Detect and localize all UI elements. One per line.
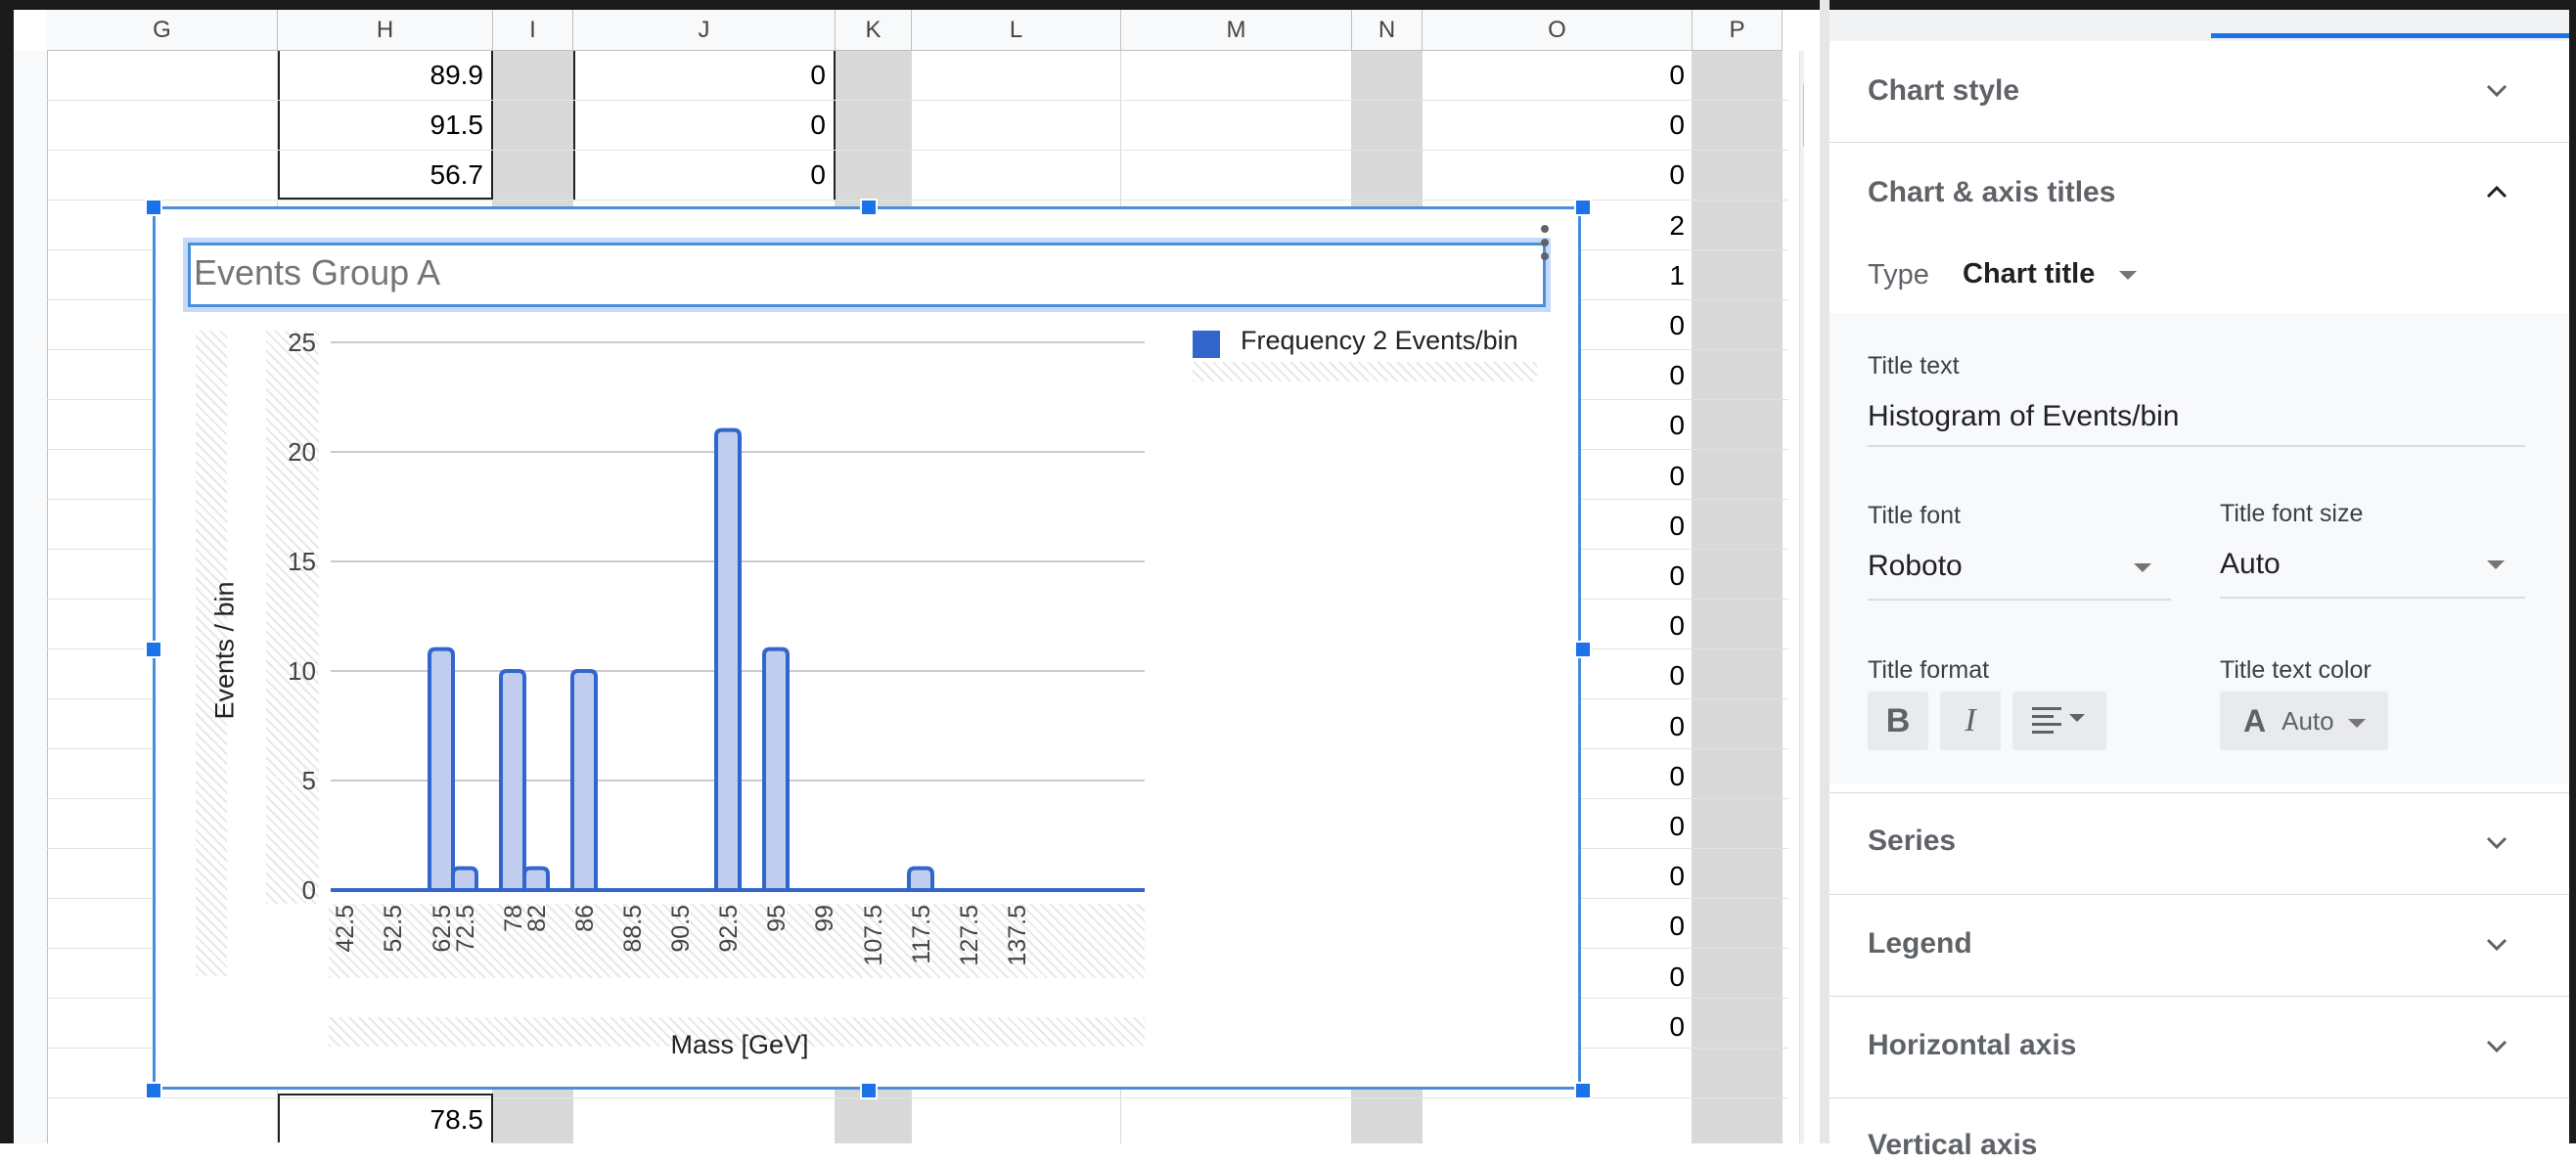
cell-o[interactable]: 0 [1423, 151, 1693, 200]
cell-h[interactable]: 56.7 [278, 151, 493, 200]
panel-divider [1820, 0, 1830, 1143]
resize-handle-top-left[interactable] [145, 199, 162, 216]
italic-button[interactable]: I [1940, 692, 2001, 750]
column-header-n[interactable]: N [1352, 10, 1423, 51]
cell-h[interactable]: 89.9 [278, 51, 493, 100]
type-label: Type [1868, 259, 1929, 290]
text-color-icon: A [2243, 702, 2267, 738]
cell-j[interactable]: 0 [573, 151, 836, 200]
resize-handle-top[interactable] [860, 199, 878, 216]
align-left-icon [2032, 707, 2085, 734]
column-header-h[interactable]: H [278, 10, 493, 51]
chevron-up-icon[interactable] [2485, 180, 2508, 201]
title-text-underline [1868, 445, 2525, 447]
column-header-m[interactable]: M [1121, 10, 1352, 51]
column-letter: N [1378, 16, 1396, 43]
window-frame-left [0, 0, 14, 1143]
resize-handle-bottom[interactable] [860, 1082, 878, 1099]
section-series-title[interactable]: Series [1868, 825, 1956, 858]
column-letter: L [1009, 16, 1023, 43]
title-font-size-underline [2220, 597, 2525, 599]
resize-handle-top-right[interactable] [1574, 199, 1592, 216]
title-font-size-select[interactable]: Auto [2220, 548, 2281, 581]
cell-j[interactable]: 0 [573, 101, 836, 150]
cell-o[interactable]: 0 [1423, 101, 1693, 150]
title-font-select[interactable]: Roboto [1868, 550, 1963, 583]
title-text-color-label: Title text color [2220, 656, 2372, 684]
resize-handle-right[interactable] [1574, 641, 1592, 658]
section-vertical-axis-title[interactable]: Vertical axis [1868, 1129, 2037, 1162]
column-letter: K [865, 16, 881, 43]
title-font-label: Title font [1868, 502, 1961, 529]
window-frame-right [2569, 0, 2576, 1143]
dropdown-arrow-icon[interactable] [2134, 563, 2151, 572]
type-dropdown[interactable]: Chart title [1963, 258, 2095, 290]
x-axis-title[interactable]: Mass [GeV] [670, 1030, 808, 1060]
column-letter: H [376, 16, 394, 43]
column-letter: J [698, 16, 710, 43]
title-font-underline [1868, 599, 2171, 601]
column-letter: G [153, 16, 171, 43]
scrollbar-thumb[interactable] [1803, 83, 1804, 148]
column-header-j[interactable]: J [573, 10, 836, 51]
section-horizontal-axis-title[interactable]: Horizontal axis [1868, 1029, 2076, 1062]
column-p[interactable] [1693, 51, 1783, 1143]
column-header-o[interactable]: O [1423, 10, 1693, 51]
align-button[interactable] [2012, 692, 2106, 750]
section-chart-style-title[interactable]: Chart style [1868, 74, 2019, 108]
chevron-down-icon[interactable] [2485, 830, 2508, 852]
title-format-label: Title format [1868, 656, 1990, 684]
text-color-button[interactable]: A Auto [2220, 692, 2388, 750]
window-frame-top [0, 0, 2576, 10]
bold-button[interactable]: B [1868, 692, 1928, 750]
chevron-down-icon[interactable] [2485, 78, 2508, 100]
cell-o[interactable]: 0 [1423, 51, 1693, 100]
section-chart-axis-titles-title[interactable]: Chart & axis titles [1868, 176, 2115, 209]
column-header-k[interactable]: K [836, 10, 912, 51]
title-text-label: Title text [1868, 352, 1960, 380]
y-axis-title[interactable]: Events / bin [210, 581, 241, 719]
vertical-scrollbar[interactable] [1799, 51, 1804, 1143]
legend-area[interactable] [1193, 362, 1537, 381]
cell-j[interactable]: 0 [573, 51, 836, 100]
y-axis-labels-area[interactable] [266, 331, 319, 904]
column-header-i[interactable]: I [493, 10, 573, 51]
column-header-p[interactable]: P [1693, 10, 1783, 51]
chevron-down-icon[interactable] [2485, 932, 2508, 954]
x-axis-labels-area[interactable] [329, 904, 1145, 978]
legend-label[interactable]: Frequency 2 Events/bin [1241, 326, 1518, 356]
legend-swatch [1193, 331, 1220, 358]
cell-h[interactable]: 91.5 [278, 101, 493, 150]
column-letter: O [1548, 16, 1566, 43]
active-tab-indicator [2211, 33, 2569, 38]
dropdown-arrow-icon[interactable] [2119, 271, 2137, 280]
title-text-input[interactable]: Histogram of Events/bin [1868, 400, 2179, 433]
column-header-g[interactable]: G [47, 10, 278, 51]
column-letter: P [1729, 16, 1745, 43]
text-color-value: Auto [2282, 705, 2334, 736]
dropdown-arrow-icon[interactable] [2487, 560, 2505, 569]
title-font-size-label: Title font size [2220, 500, 2364, 527]
chevron-down-icon[interactable] [2485, 1034, 2508, 1055]
cell-h[interactable]: 78.5 [278, 1094, 493, 1142]
more-options-icon[interactable] [1541, 225, 1551, 274]
row-number-strip[interactable] [14, 51, 48, 1143]
resize-handle-bottom-right[interactable] [1574, 1082, 1592, 1099]
column-header-l[interactable]: L [912, 10, 1121, 51]
dropdown-arrow-icon [2347, 718, 2366, 728]
resize-handle-left[interactable] [145, 641, 162, 658]
chart-title[interactable]: Events Group A [194, 249, 440, 296]
resize-handle-bottom-left[interactable] [145, 1082, 162, 1099]
section-legend-title[interactable]: Legend [1868, 927, 1972, 961]
column-letter: I [529, 16, 536, 43]
column-letter: M [1226, 16, 1246, 43]
